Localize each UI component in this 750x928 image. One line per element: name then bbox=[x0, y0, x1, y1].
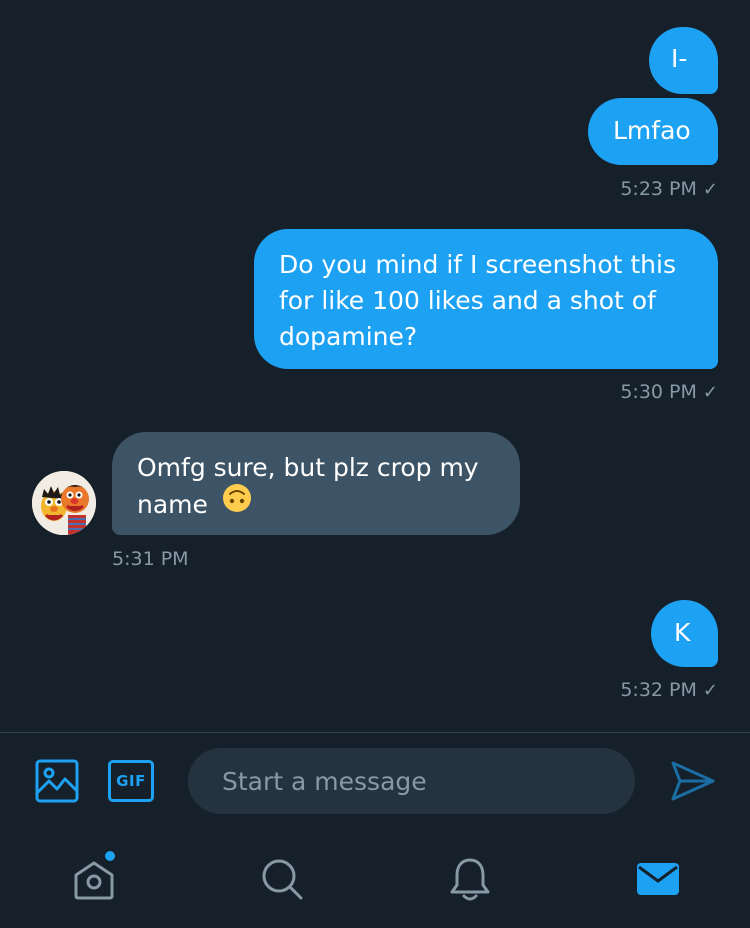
message-timestamp: 5:32 PM ✓ bbox=[620, 679, 718, 701]
message-input[interactable] bbox=[188, 748, 635, 814]
message-bubble-incoming[interactable]: Omfg sure, but plz crop my name bbox=[112, 432, 520, 535]
avatar-image bbox=[32, 471, 96, 535]
tab-search[interactable] bbox=[252, 849, 312, 909]
message-composer: GIF bbox=[0, 733, 750, 829]
message-text: K bbox=[674, 618, 691, 647]
message-text: Omfg sure, but plz crop my name bbox=[137, 453, 479, 519]
message-text: I- bbox=[671, 44, 688, 73]
home-icon bbox=[74, 851, 115, 900]
upside-down-face-emoji-icon bbox=[222, 483, 252, 523]
message-text: Do you mind if I screenshot this for lik… bbox=[279, 250, 676, 351]
image-icon bbox=[35, 759, 79, 803]
read-check-icon: ✓ bbox=[702, 179, 718, 200]
notification-dot bbox=[105, 851, 115, 861]
conversation-thread: I- Lmfao 5:23 PM ✓ Do you mind if I scree… bbox=[0, 0, 750, 732]
send-button[interactable] bbox=[670, 759, 716, 803]
search-icon bbox=[262, 859, 303, 900]
message-bubble-outgoing[interactable]: K bbox=[651, 600, 718, 667]
avatar[interactable] bbox=[32, 471, 96, 535]
gif-button[interactable]: GIF bbox=[108, 760, 154, 802]
gif-icon: GIF bbox=[108, 760, 154, 802]
message-bubble-outgoing[interactable]: I- bbox=[649, 27, 718, 94]
read-check-icon: ✓ bbox=[702, 382, 718, 403]
tab-notifications[interactable] bbox=[440, 849, 500, 909]
tab-messages[interactable] bbox=[628, 849, 688, 909]
bell-icon bbox=[450, 858, 490, 901]
image-attach-button[interactable] bbox=[35, 759, 79, 803]
tab-home[interactable] bbox=[64, 849, 124, 909]
message-timestamp: 5:31 PM bbox=[112, 548, 189, 570]
message-bubble-outgoing[interactable]: Do you mind if I screenshot this for lik… bbox=[254, 229, 718, 369]
message-timestamp: 5:30 PM ✓ bbox=[620, 381, 718, 403]
read-check-icon: ✓ bbox=[702, 680, 718, 701]
message-bubble-outgoing[interactable]: Lmfao bbox=[588, 98, 718, 165]
mail-icon bbox=[637, 863, 679, 895]
bottom-tab-bar bbox=[0, 829, 750, 928]
message-text: Lmfao bbox=[613, 116, 691, 145]
message-timestamp: 5:23 PM ✓ bbox=[620, 178, 718, 200]
send-icon bbox=[671, 761, 715, 801]
